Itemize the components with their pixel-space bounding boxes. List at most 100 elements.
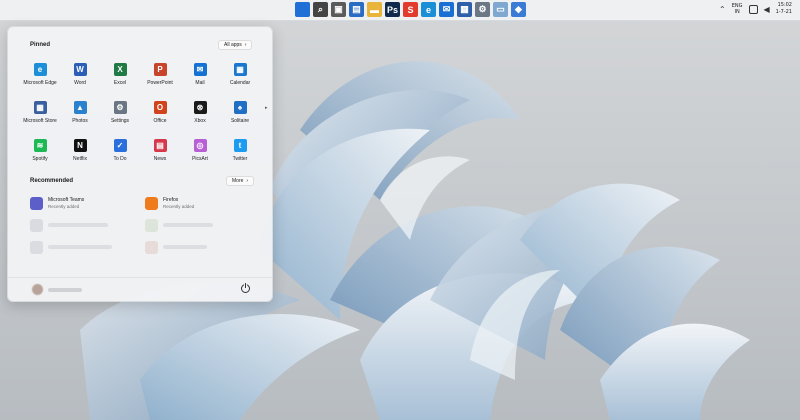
app-label: Settings [110,118,130,124]
pinned-app-xbox[interactable]: ⊗ Xbox [180,101,220,131]
pinned-app-edge[interactable]: e Microsoft Edge [20,63,60,93]
monitor-icon[interactable]: ▭ [493,2,508,17]
display-icon[interactable] [748,4,758,14]
store-icon[interactable]: ▦ [457,2,472,17]
app-label: Solitaire [230,118,250,124]
taskbar-icons: ⌕ ▣ ▤ ▬ Ps Se ✉ ▦ ⚙ ▭ ◆ [295,2,526,17]
app-label: Microsoft Store [23,118,57,124]
firefox-icon [145,197,158,210]
app-label: News [153,156,167,162]
clock[interactable]: 15:02 1-7-21 [776,2,792,16]
recommended-row-blurred [30,219,260,241]
file-icon [30,219,43,232]
language-indicator[interactable]: ENG IN [732,3,743,15]
recommended-row-blurred [30,241,260,263]
pinned-app-office[interactable]: O Office [140,101,180,131]
blurred-text [48,223,108,227]
pinned-app-netflix[interactable]: N Netflix [60,139,100,169]
spotify-icon: ≋ [33,139,47,152]
edge-icon[interactable]: e [421,2,436,17]
file-icon [145,219,158,232]
settings-icon[interactable]: ⚙ [475,2,490,17]
list-item[interactable] [145,219,260,241]
recommended-item[interactable]: Microsoft Teams Recently added [30,197,145,219]
pinned-app-spotify[interactable]: ≋ Spotify [20,139,60,169]
pinned-app-excel[interactable]: X Excel [100,63,140,93]
app-label: Netflix [73,156,87,162]
store-icon: ▦ [33,101,47,114]
todo-icon: ✓ [113,139,127,152]
mail-icon: ✉ [193,63,207,76]
recommended-item[interactable]: Firefox Recently added [145,197,260,219]
edge-icon: e [33,63,47,76]
excel-icon: X [113,63,127,76]
clock-date: 1-7-21 [775,9,792,15]
solitaire-icon: ♠ [233,101,247,114]
power-icon[interactable] [241,283,250,293]
pinned-app-picsart[interactable]: ◎ PicsArt [180,139,220,169]
page-indicator-icon[interactable]: ▸ [265,105,268,111]
app-label: Spotify [32,156,48,162]
recommended-row: Microsoft Teams Recently added Firefox Rece… [30,197,260,219]
start-menu: Pinned All apps › e Microsoft Edge W Word X E… [7,26,273,302]
list-item[interactable] [30,219,145,241]
footer-divider [8,277,272,278]
avatar[interactable] [32,284,43,295]
netflix-icon: N [73,139,87,152]
list-item[interactable] [30,241,145,263]
app-label: PicsArt [192,156,208,162]
twitter-icon: t [233,139,247,152]
photos-icon: ▲ [73,101,87,114]
task-view-icon[interactable]: ▣ [331,2,346,17]
app-label: Xbox [194,118,206,124]
pinned-app-store[interactable]: ▦ Microsoft Store [20,101,60,131]
chevron-up-icon[interactable]: ⌃ [719,5,726,14]
pinned-app-calendar[interactable]: ▦ Calendar [220,63,260,93]
app-label: Office [153,118,167,124]
volume-icon[interactable]: ◀ [764,5,770,14]
pinned-apps-grid: e Microsoft Edge W Word X Excel P PowerPoint ✉ Ma… [20,63,260,169]
mail-icon[interactable]: ✉ [439,2,454,17]
calendar-icon: ▦ [233,63,247,76]
blurred-text [48,245,112,249]
pinned-app-mail[interactable]: ✉ Mail [180,63,220,93]
recommended-list: Microsoft Teams Recently added Firefox Rece… [30,197,260,263]
teams-icon [30,197,43,210]
blurred-text [163,223,213,227]
pinned-app-powerpoint[interactable]: P PowerPoint [140,63,180,93]
user-name-blurred[interactable] [48,288,82,292]
clock-time: 15:02 [777,2,792,8]
pinned-app-twitter[interactable]: t Twitter [220,139,260,169]
app-label: PowerPoint [147,80,173,86]
search-icon[interactable]: ⌕ [313,2,328,17]
pinned-app-word[interactable]: W Word [60,63,100,93]
file-explorer-icon[interactable]: ▬ [367,2,382,17]
app-label: Word [74,80,86,86]
start-icon[interactable] [295,2,310,17]
list-item[interactable] [145,241,260,263]
chevron-right-icon: › [244,42,247,48]
pinned-app-photos[interactable]: ▲ Photos [60,101,100,131]
photoshop-icon[interactable]: Ps [385,2,400,17]
recommended-heading: Recommended [30,178,74,184]
app-icon[interactable]: ◆ [511,2,526,17]
all-apps-label: All apps [224,42,242,48]
settings-icon: ⚙ [113,101,127,114]
file-icon [145,241,158,254]
pinned-app-settings[interactable]: ⚙ Settings [100,101,140,131]
slides-icon[interactable]: S [403,2,418,17]
pinned-app-todo[interactable]: ✓ To Do [100,139,140,169]
taskbar: ⌕ ▣ ▤ ▬ Ps Se ✉ ▦ ⚙ ▭ ◆ ⌃ ENG IN ◀ 15:02 1-7-21 [0,0,800,21]
all-apps-button[interactable]: All apps › [218,40,253,50]
more-button[interactable]: More › [226,176,255,186]
news-icon: ▤ [153,139,167,152]
widgets-icon[interactable]: ▤ [349,2,364,17]
blurred-text [163,245,207,249]
app-label: Mail [195,80,205,86]
pinned-heading: Pinned [30,42,51,48]
pinned-app-solitaire[interactable]: ♠ Solitaire [220,101,260,131]
powerpoint-icon: P [153,63,167,76]
pinned-app-news[interactable]: ▤ News [140,139,180,169]
app-label: To Do [113,156,127,162]
app-label: Photos [72,118,88,124]
